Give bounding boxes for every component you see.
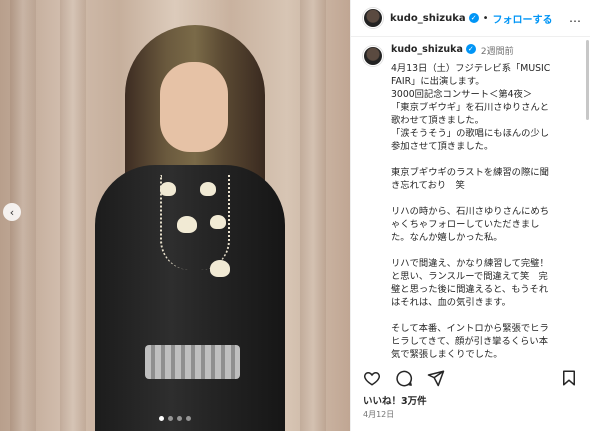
comment-icon[interactable]: [395, 369, 413, 387]
caption-line: 気で緊張しまくりでした。: [391, 349, 503, 360]
avatar[interactable]: [363, 46, 383, 66]
caption-blank-line: [391, 153, 578, 166]
caption-line: 「涙そうそう」の歌唱にもほんの少し: [391, 128, 550, 139]
carousel-prev-button[interactable]: ‹: [3, 203, 21, 221]
post-date[interactable]: 4月12日: [363, 409, 394, 420]
caption-line: 3000回記念コンサート＜第4夜＞: [391, 89, 533, 100]
caption-blank-line: [391, 192, 578, 205]
caption-line: リハの時から、石川さゆりさんにめち: [391, 206, 550, 217]
caption-line: はそれは、血の気引きます。: [391, 297, 511, 308]
caption-line: 璧と思った後に間違えると、もうそれ: [391, 284, 549, 295]
heart-icon[interactable]: [363, 369, 381, 387]
caption-area[interactable]: kudo_shizuka ✓ 2週間前 4月13日（土）フジテレビ系「MUSIC…: [351, 38, 590, 363]
action-bar: [351, 366, 590, 390]
caption-line: 「東京ブギウギ」を石川さゆりさんと: [391, 102, 550, 113]
header-separator: •: [482, 12, 489, 24]
avatar[interactable]: [363, 8, 383, 28]
caption-line: FAIR」に出演します。: [391, 76, 485, 87]
photo-belt: [145, 345, 240, 379]
follow-button[interactable]: フォローする: [493, 11, 553, 26]
caption-line: 参加させて頂きました。: [391, 141, 494, 152]
chevron-left-icon: ‹: [9, 205, 15, 219]
share-icon[interactable]: [427, 369, 445, 387]
curtain-fold: [60, 0, 86, 431]
header-username[interactable]: kudo_shizuka: [390, 13, 466, 24]
caption-line: と思い、ランスルーで間違えて笑 完: [391, 271, 548, 282]
post-photo[interactable]: ‹: [0, 0, 350, 431]
carousel-dot: [186, 416, 191, 421]
carousel-dot: [159, 416, 164, 421]
post-panel: kudo_shizuka ✓ • フォローする … kudo_shizuka ✓…: [350, 0, 590, 431]
caption-time[interactable]: 2週間前: [481, 44, 514, 57]
butterfly-brooch: [210, 215, 226, 229]
butterfly-brooch: [210, 260, 230, 277]
butterfly-brooch: [177, 216, 197, 233]
caption-line: ゃくちゃフォローしていただきまし: [391, 219, 540, 230]
caption-username[interactable]: kudo_shizuka: [391, 44, 463, 55]
caption-line: 4月13日（土）フジテレビ系「MUSIC: [391, 63, 551, 74]
post-header: kudo_shizuka ✓ • フォローする …: [351, 0, 590, 37]
caption-line: リハで間違え、かなり練習して完璧！: [391, 258, 549, 269]
caption-line: ヒラしてきて、顔が引き攣るくらい本: [391, 336, 549, 347]
caption-line: そして本番、イントロから緊張でヒラ: [391, 323, 549, 334]
caption-line: 東京ブギウギのラストを練習の際に聞: [391, 167, 549, 178]
caption-blank-line: [391, 244, 578, 257]
butterfly-brooch: [200, 182, 216, 196]
photo-face: [160, 62, 228, 152]
curtain-fold: [300, 0, 326, 431]
caption-line: 歌わせて頂きました。: [391, 115, 484, 126]
caption-text: 4月13日（土）フジテレビ系「MUSIC FAIR」に出演します。 3000回記念コ…: [363, 62, 578, 361]
likes-count[interactable]: いいね！3万件: [363, 393, 427, 407]
caption-blank-line: [391, 309, 578, 322]
verified-badge-icon: ✓: [465, 44, 476, 54]
carousel-dot: [177, 416, 182, 421]
more-options-icon[interactable]: …: [569, 11, 582, 25]
butterfly-brooch: [160, 182, 176, 196]
caption-scrollbar[interactable]: [586, 40, 589, 120]
caption-line: き忘れており 笑: [391, 180, 465, 191]
caption-line: た。なんか嬉しかった私。: [391, 232, 503, 243]
bookmark-icon[interactable]: [560, 369, 578, 387]
verified-badge-icon: ✓: [468, 13, 479, 23]
carousel-dots: [0, 416, 350, 421]
carousel-dot: [168, 416, 173, 421]
